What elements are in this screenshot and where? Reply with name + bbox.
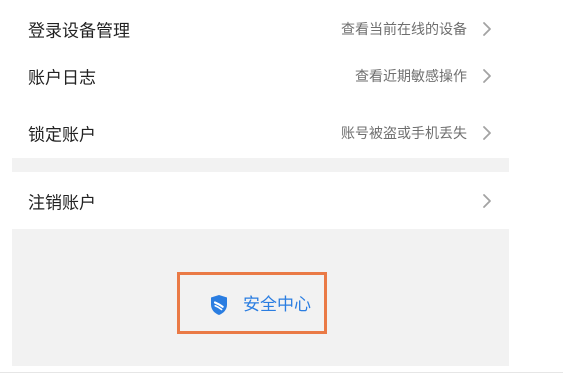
- chevron-right-icon: [483, 68, 491, 83]
- settings-group-bottom: 注销账户: [12, 172, 509, 229]
- chevron-right-icon: [483, 125, 491, 140]
- row-account-log[interactable]: 账户日志 查看近期敏感操作: [12, 47, 509, 104]
- row-label: 注销账户: [28, 193, 96, 213]
- settings-screen: 登录设备管理 查看当前在线的设备 账户日志 查看近期敏感操作 锁定账户 账号被盗…: [0, 0, 563, 373]
- row-hint: 账号被盗或手机丢失: [341, 125, 467, 142]
- chevron-right-icon: [483, 193, 491, 208]
- row-cancel-account[interactable]: 注销账户: [12, 172, 509, 229]
- security-center-label: 安全中心: [243, 295, 311, 315]
- row-label: 登录设备管理: [28, 21, 130, 41]
- row-hint: 查看近期敏感操作: [355, 68, 467, 85]
- row-hint: 查看当前在线的设备: [341, 21, 467, 38]
- settings-group-top: 登录设备管理 查看当前在线的设备 账户日志 查看近期敏感操作 锁定账户 账号被盗…: [12, 0, 509, 158]
- security-center-highlight: 安全中心: [177, 272, 327, 334]
- row-label: 账户日志: [28, 68, 96, 88]
- shield-icon: [211, 295, 227, 315]
- row-label: 锁定账户: [28, 125, 96, 145]
- row-lock-account[interactable]: 锁定账户 账号被盗或手机丢失: [12, 104, 509, 161]
- chevron-right-icon: [483, 21, 491, 36]
